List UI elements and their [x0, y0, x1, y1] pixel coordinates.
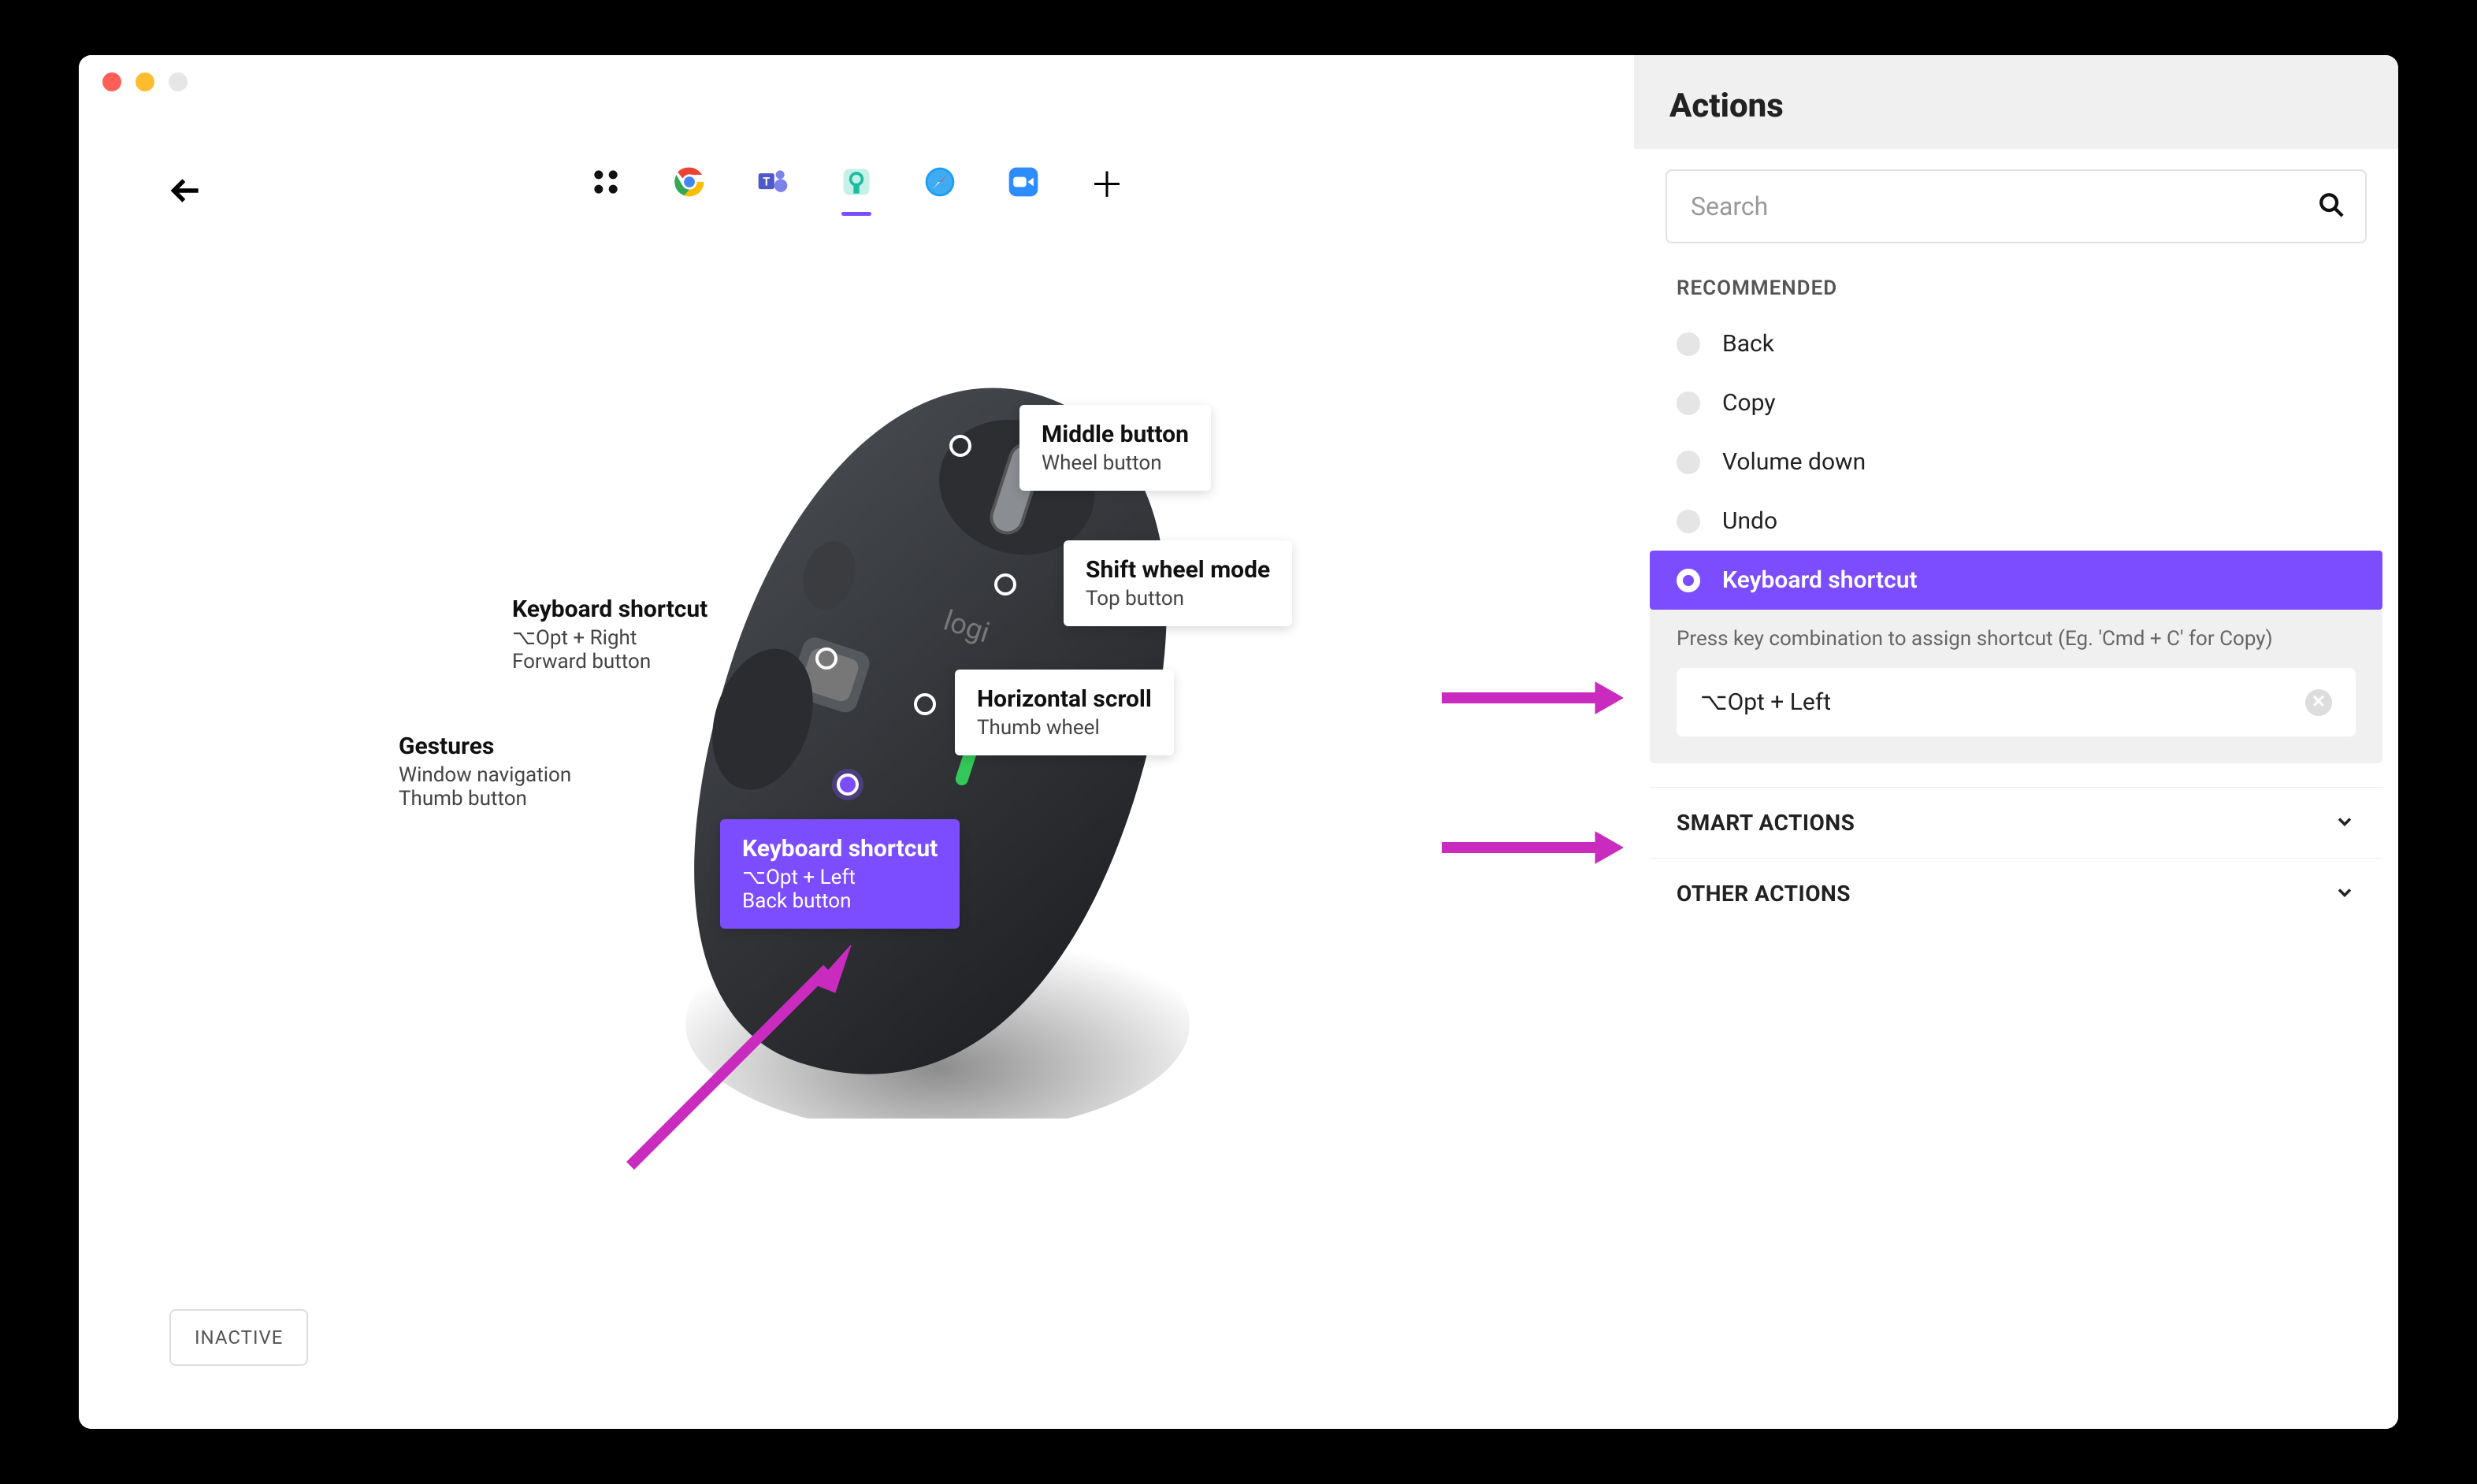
zoom-window-button[interactable]	[169, 72, 188, 91]
callout-sub: ⌥Opt + Right	[512, 626, 707, 650]
callout-title: Gestures	[399, 733, 572, 760]
callout-sub2: Forward button	[512, 650, 707, 673]
tab-safari[interactable]	[922, 164, 958, 200]
search-icon	[2318, 191, 2345, 221]
shortcut-field[interactable]: ⌥Opt + Left ✕	[1677, 668, 2356, 736]
main-panel: T ＋	[79, 55, 1634, 1429]
shortcut-hint: Press key combination to assign shortcut…	[1677, 627, 2356, 651]
callout-sub: Top button	[1086, 587, 1270, 610]
hotspot-thumb-wheel[interactable]	[914, 693, 936, 715]
callout-sub2: Thumb button	[399, 787, 572, 811]
action-undo[interactable]: Undo	[1650, 492, 2382, 551]
clear-shortcut-button[interactable]: ✕	[2305, 689, 2332, 716]
action-label: Keyboard shortcut	[1722, 566, 1918, 594]
callout-thumb-wheel[interactable]: Horizontal scroll Thumb wheel	[955, 670, 1174, 755]
chevron-down-icon	[2334, 881, 2356, 907]
window-controls	[102, 72, 188, 91]
action-copy[interactable]: Copy	[1650, 373, 2382, 432]
callout-top-button[interactable]: Shift wheel mode Top button	[1064, 540, 1292, 626]
action-label: Back	[1722, 330, 1774, 358]
tab-teams[interactable]: T	[755, 164, 791, 200]
add-app-button[interactable]: ＋	[1089, 164, 1125, 200]
callout-title: Shift wheel mode	[1086, 556, 1270, 584]
other-actions-expander[interactable]: OTHER ACTIONS	[1650, 858, 2382, 929]
callout-sub2: Back button	[742, 889, 938, 913]
hotspot-back-button[interactable]	[837, 774, 859, 796]
zoom-icon	[1006, 165, 1041, 199]
action-label: Undo	[1722, 507, 1777, 535]
actions-title: Actions	[1669, 87, 2363, 125]
callout-sub: Thumb wheel	[977, 716, 1152, 740]
chevron-down-icon	[2334, 811, 2356, 836]
callout-middle-button[interactable]: Middle button Wheel button	[1019, 405, 1211, 491]
minimize-window-button[interactable]	[136, 72, 154, 91]
app-profile-tabs: T ＋	[588, 164, 1125, 200]
radio-icon	[1677, 451, 1700, 474]
callout-thumb-button[interactable]: Gestures Window navigation Thumb button	[399, 733, 572, 811]
teams-icon: T	[756, 165, 790, 199]
search-wrap	[1666, 169, 2367, 243]
tab-chrome[interactable]	[671, 164, 707, 200]
chrome-icon	[672, 165, 707, 199]
callout-title: Keyboard shortcut	[742, 835, 938, 863]
shortcut-value: ⌥Opt + Left	[1700, 688, 1831, 716]
hotspot-thumb-button[interactable]	[681, 764, 703, 786]
shortcut-editor: Press key combination to assign shortcut…	[1650, 610, 2382, 763]
plus-icon: ＋	[1090, 157, 1124, 207]
close-icon: ✕	[2312, 692, 2326, 712]
callout-title: Horizontal scroll	[977, 685, 1152, 713]
search-input[interactable]	[1666, 169, 2367, 243]
action-label: Copy	[1722, 389, 1776, 417]
inactive-label: INACTIVE	[195, 1326, 283, 1349]
action-keyboard-shortcut[interactable]: Keyboard shortcut	[1650, 551, 2382, 610]
grid-icon	[589, 165, 623, 199]
svg-text:T: T	[763, 175, 770, 189]
radio-icon	[1677, 332, 1700, 356]
back-button[interactable]	[169, 173, 204, 217]
callout-sub: Window navigation	[399, 763, 572, 787]
callout-back-button[interactable]: Keyboard shortcut ⌥Opt + Left Back butto…	[720, 819, 960, 929]
close-window-button[interactable]	[102, 72, 121, 91]
actions-body: RECOMMENDED Back Copy Volume down Undo K…	[1634, 149, 2398, 1429]
radio-icon	[1677, 510, 1700, 533]
app-window: T ＋	[79, 55, 2398, 1429]
callout-forward-button[interactable]: Keyboard shortcut ⌥Opt + Right Forward b…	[512, 595, 707, 673]
logi-icon	[839, 165, 874, 199]
inactive-button[interactable]: INACTIVE	[169, 1309, 308, 1366]
annotation-arrow-1	[1442, 674, 1623, 722]
tab-zoom[interactable]	[1005, 164, 1042, 200]
callout-sub: Wheel button	[1042, 451, 1189, 475]
radio-selected-icon	[1677, 569, 1700, 592]
smart-actions-expander[interactable]: SMART ACTIONS	[1650, 787, 2382, 858]
action-label: Volume down	[1722, 448, 1866, 476]
actions-panel: Actions RECOMMENDED Back Copy Volume dow…	[1634, 55, 2398, 1429]
expander-label: OTHER ACTIONS	[1677, 881, 1851, 907]
recommended-label: RECOMMENDED	[1650, 270, 2382, 314]
callout-title: Keyboard shortcut	[512, 595, 707, 623]
safari-icon	[923, 165, 957, 199]
tab-logi-options[interactable]	[838, 164, 875, 200]
hotspot-middle-button[interactable]	[949, 435, 971, 457]
radio-icon	[1677, 391, 1700, 415]
actions-header: Actions	[1634, 55, 2398, 149]
hotspot-forward-button[interactable]	[815, 647, 837, 670]
action-volume-down[interactable]: Volume down	[1650, 432, 2382, 492]
annotation-arrow-2	[1442, 824, 1623, 871]
expander-label: SMART ACTIONS	[1677, 810, 1855, 836]
callout-title: Middle button	[1042, 421, 1189, 448]
tab-all-apps[interactable]	[588, 164, 624, 200]
callout-sub: ⌥Opt + Left	[742, 866, 938, 889]
action-back[interactable]: Back	[1650, 314, 2382, 373]
device-diagram: logi Middle button Wheel button	[378, 307, 1442, 1174]
hotspot-top-button[interactable]	[994, 573, 1016, 595]
